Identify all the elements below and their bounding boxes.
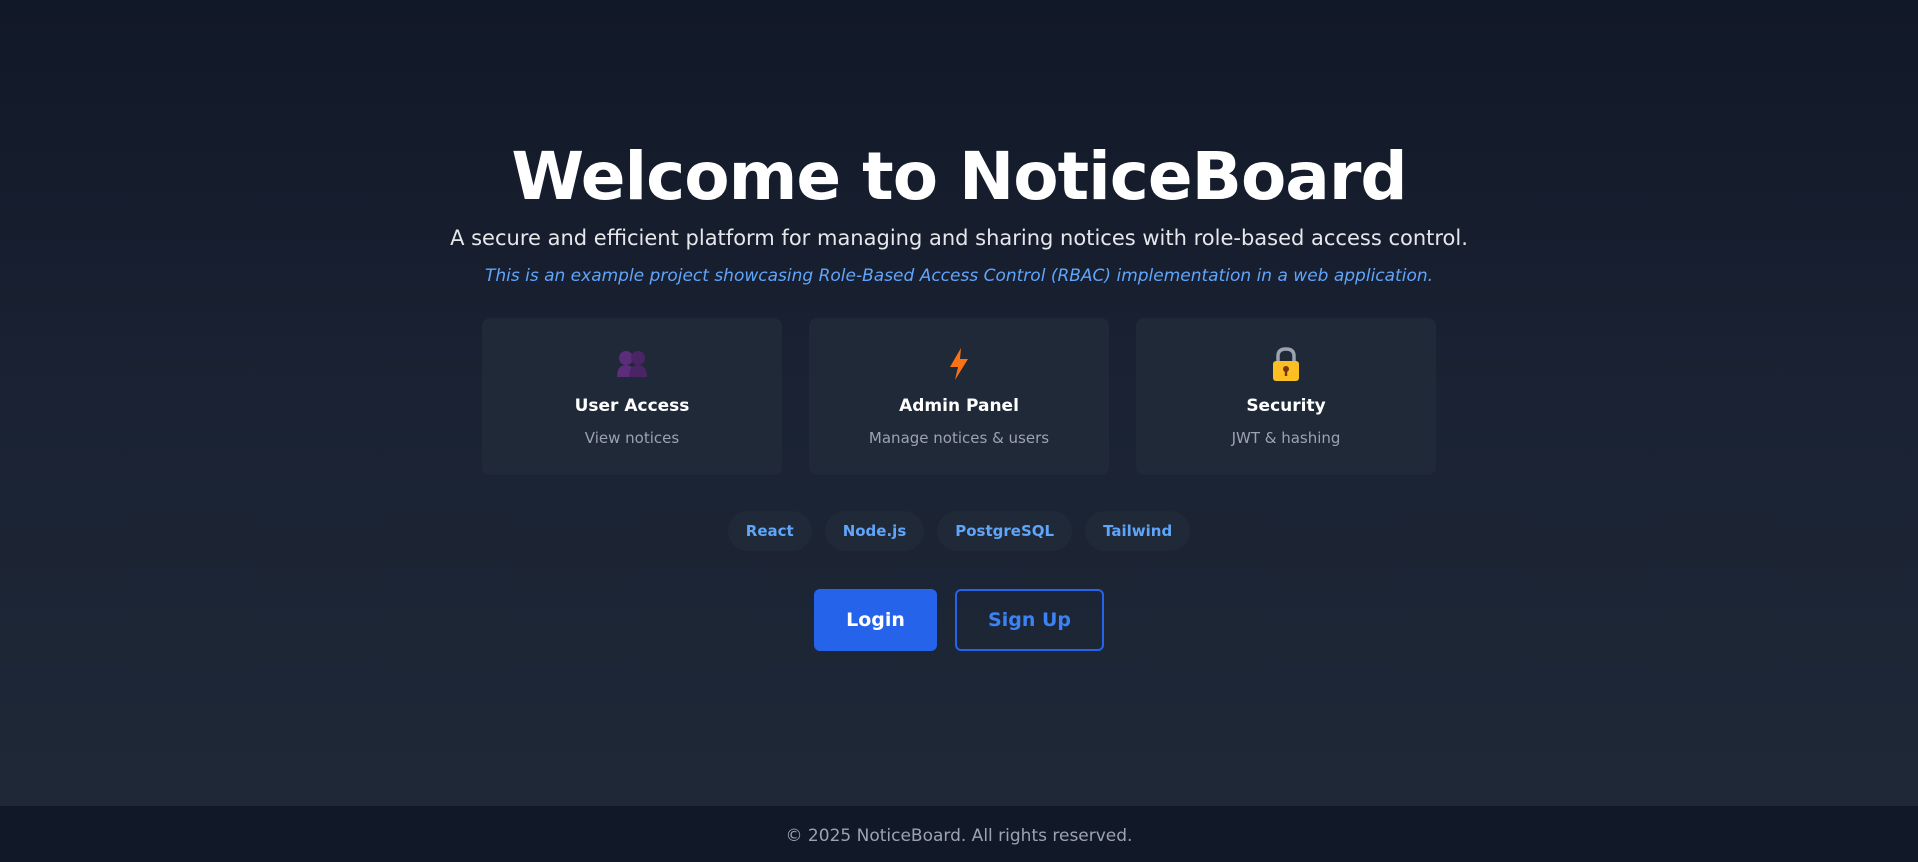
page-subtitle: A secure and efficient platform for mana… — [450, 226, 1468, 250]
tech-stack-tags: React Node.js PostgreSQL Tailwind — [727, 511, 1191, 551]
project-note: This is an example project showcasing Ro… — [484, 266, 1434, 286]
page-title: Welcome to NoticeBoard — [511, 138, 1407, 215]
tech-tag-nodejs: Node.js — [824, 511, 925, 551]
feature-cards: User Access View notices Admin Panel Man… — [482, 318, 1436, 475]
tech-tag-tailwind: Tailwind — [1085, 511, 1191, 551]
feature-description: View notices — [584, 429, 680, 447]
page-footer: © 2025 NoticeBoard. All rights reserved. — [0, 806, 1918, 862]
copyright-text: © 2025 NoticeBoard. All rights reserved. — [785, 826, 1133, 846]
tech-tag-postgresql: PostgreSQL — [937, 511, 1073, 551]
login-button[interactable]: Login — [814, 589, 937, 651]
feature-card-security: Security JWT & hashing — [1136, 318, 1436, 475]
auth-actions: Login Sign Up — [814, 589, 1104, 651]
tech-tag-react: React — [727, 511, 812, 551]
hero-section: Welcome to NoticeBoard A secure and effi… — [0, 0, 1918, 806]
lightning-icon — [941, 346, 977, 382]
feature-title: Admin Panel — [899, 396, 1019, 416]
lock-icon — [1268, 346, 1304, 382]
feature-title: User Access — [574, 396, 690, 416]
feature-description: JWT & hashing — [1231, 429, 1341, 447]
feature-card-user-access: User Access View notices — [482, 318, 782, 475]
feature-description: Manage notices & users — [868, 429, 1050, 447]
feature-title: Security — [1246, 396, 1326, 416]
feature-card-admin-panel: Admin Panel Manage notices & users — [809, 318, 1109, 475]
users-icon — [614, 346, 650, 382]
signup-button[interactable]: Sign Up — [955, 589, 1104, 651]
